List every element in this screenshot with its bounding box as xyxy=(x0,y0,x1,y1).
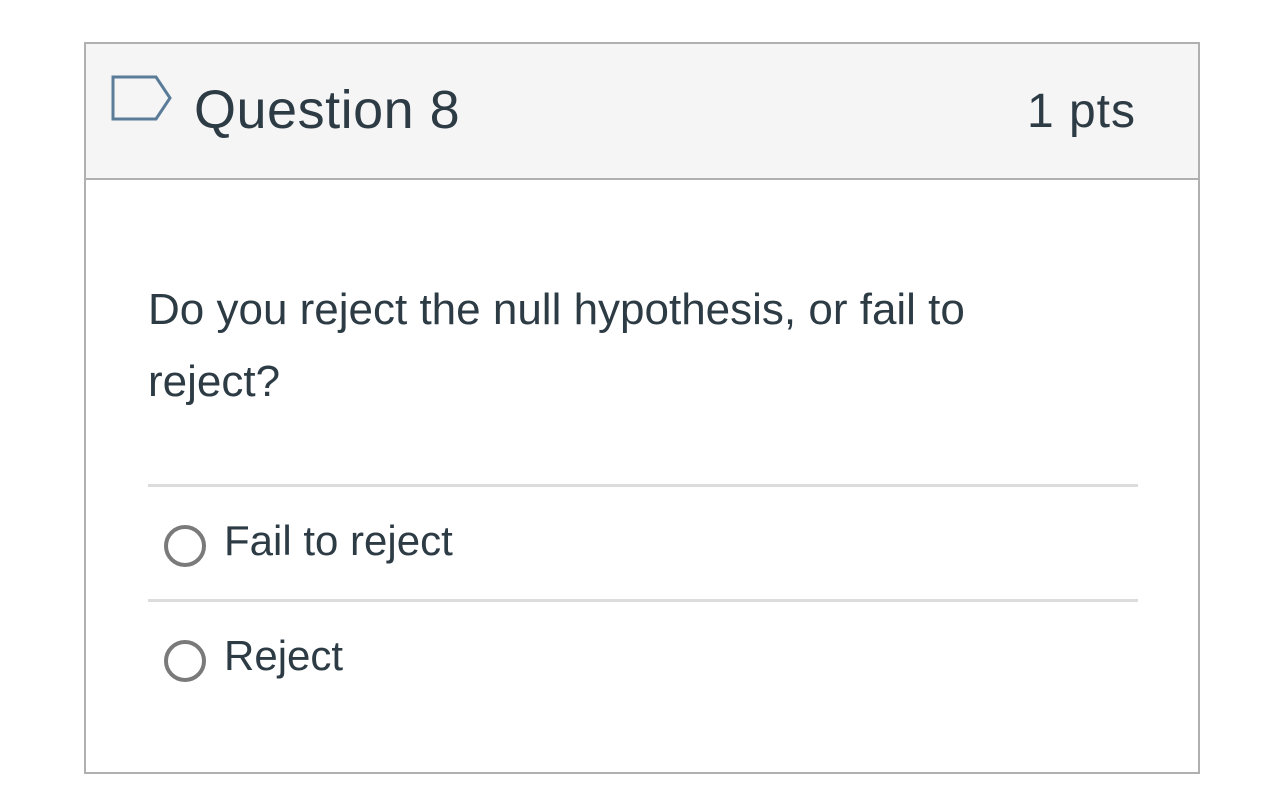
question-points: 1 pts xyxy=(1026,85,1136,138)
answer-option-fail-to-reject[interactable]: Fail to reject xyxy=(148,484,1138,599)
question-text: Do you reject the null hypothesis, or fa… xyxy=(148,285,965,406)
answer-option-reject[interactable]: Reject xyxy=(148,599,1138,714)
question-header: Question 8 1 pts xyxy=(86,44,1198,180)
answer-label[interactable]: Reject xyxy=(224,630,343,682)
radio-button[interactable] xyxy=(164,640,206,682)
answer-label[interactable]: Fail to reject xyxy=(224,515,453,567)
radio-button[interactable] xyxy=(164,525,206,567)
question-title: Question 8 xyxy=(194,80,461,140)
answer-list: Fail to reject Reject xyxy=(148,484,1138,714)
flag-outline-icon[interactable] xyxy=(110,74,174,128)
question-card: Question 8 1 pts Do you reject the null … xyxy=(84,42,1200,774)
